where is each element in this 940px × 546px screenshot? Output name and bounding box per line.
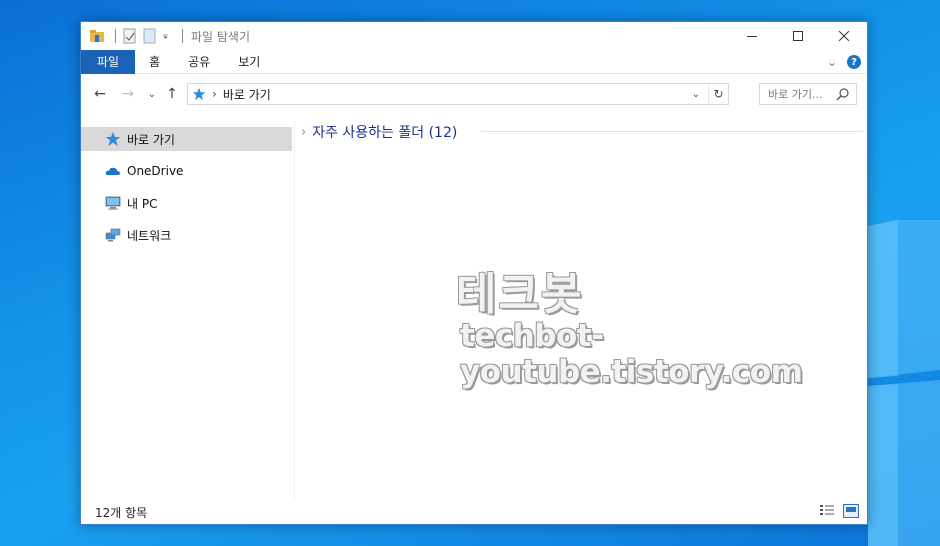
large-icons-view-icon[interactable] [843,504,859,518]
title-bar: 파일 탐색기 [81,22,867,50]
group-divider [481,131,863,132]
quick-access-star-icon [106,132,120,146]
sidebar-item-label: 네트워크 [127,228,172,243]
back-button[interactable]: ← [89,83,111,105]
details-view-icon[interactable] [819,504,835,518]
search-icon [836,88,849,101]
minimize-button[interactable] [729,22,775,50]
maximize-icon [793,31,803,41]
frequent-folders-group-header[interactable]: › 자주 사용하는 폴더 (12) [301,122,457,142]
network-icon [105,228,121,242]
address-bar[interactable]: › 바로 가기 ⌄ ↻ [187,83,729,105]
address-separator: › [212,87,217,101]
address-location[interactable]: 바로 가기 [223,86,271,103]
navigation-bar: ← → ⌄ ↑ › 바로 가기 ⌄ ↻ 바로 가기... [81,75,867,113]
search-placeholder: 바로 가기... [768,88,823,101]
desktop-windows-logo [868,220,940,546]
explorer-body: 바로 가기 OneDrive 내 PC 네트워크 › 자주 사용하는 폴더 (1… [81,122,867,500]
content-pane: › 자주 사용하는 폴더 (12) [301,122,863,500]
navigation-pane: 바로 가기 OneDrive 내 PC 네트워크 [81,122,295,500]
item-count: 12개 항목 [95,505,148,520]
sidebar-item-label: 내 PC [127,196,158,211]
sidebar-item-label: 바로 가기 [127,132,175,147]
window-title: 파일 탐색기 [191,29,251,44]
tab-view[interactable]: 보기 [224,50,274,74]
quick-access-star-icon [192,87,206,101]
toolbar-separator [115,29,116,43]
tab-file[interactable]: 파일 [81,49,136,74]
sidebar-item-this-pc[interactable]: 내 PC [81,191,292,215]
file-explorer-window: 파일 탐색기 파일 홈 공유 보기 ⌄ ? ← → ⌄ ↑ › 바로 가기 ⌄ … [80,21,868,525]
tab-share[interactable]: 공유 [174,50,224,74]
toolbar-separator [182,29,183,43]
folder-icon [90,30,104,42]
sidebar-item-label: OneDrive [127,164,184,178]
ribbon-tabs: 파일 홈 공유 보기 ⌄ ? [81,49,867,74]
sidebar-item-onedrive[interactable]: OneDrive [81,159,292,183]
properties-icon[interactable] [122,28,138,44]
address-dropdown-button[interactable]: ⌄ [688,84,704,104]
search-box[interactable]: 바로 가기... [759,83,857,105]
quick-access-toolbar: 파일 탐색기 [81,22,250,50]
tab-home[interactable]: 홈 [135,50,174,74]
forward-button[interactable]: → [117,83,139,105]
sidebar-item-quick-access[interactable]: 바로 가기 [81,127,292,151]
view-switcher [819,504,859,518]
ribbon-right-controls: ⌄ ? [827,50,861,74]
help-icon[interactable]: ? [847,55,861,69]
group-label: 자주 사용하는 폴더 (12) [312,125,458,141]
expand-ribbon-icon[interactable]: ⌄ [827,55,837,69]
up-button[interactable]: ↑ [161,83,183,105]
close-icon [839,31,849,41]
group-expand-chevron-icon: › [301,124,307,140]
status-bar: 12개 항목 [81,500,867,524]
minimize-icon [747,36,757,37]
close-button[interactable] [821,22,867,50]
window-controls [729,22,867,50]
customize-toolbar-dropdown-icon[interactable] [162,28,172,44]
new-folder-icon[interactable] [142,28,158,44]
computer-icon [105,196,121,210]
maximize-button[interactable] [775,22,821,50]
onedrive-cloud-icon [105,167,120,175]
recent-locations-button[interactable]: ⌄ [141,83,163,105]
sidebar-item-network[interactable]: 네트워크 [81,223,292,247]
refresh-button[interactable]: ↻ [708,84,728,104]
